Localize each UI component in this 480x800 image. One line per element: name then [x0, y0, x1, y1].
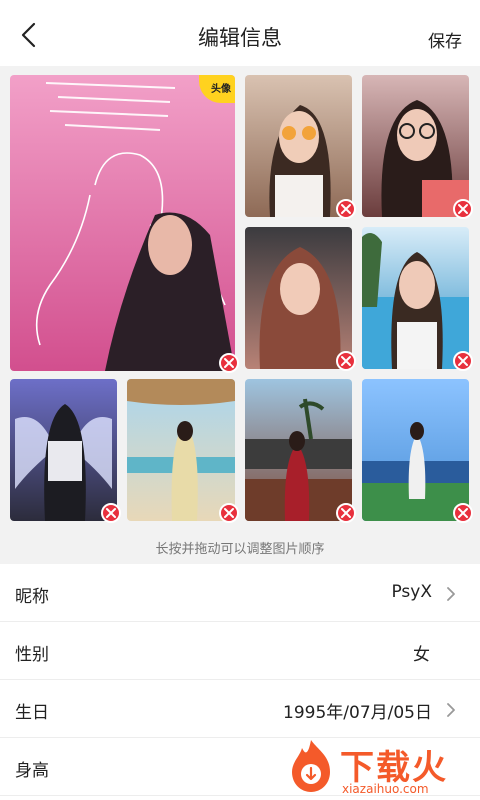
photo-image: [10, 379, 117, 521]
photo-image: [362, 227, 469, 369]
top-bar: 编辑信息 保存: [0, 0, 480, 66]
photo-6[interactable]: [10, 379, 117, 521]
page-title: 编辑信息: [198, 26, 282, 50]
save-button[interactable]: 保存: [428, 27, 462, 52]
delete-photo-3-button[interactable]: [453, 199, 473, 219]
chevron-right-icon: [447, 703, 455, 717]
close-icon: [341, 356, 351, 366]
flame-icon: [292, 740, 330, 792]
photo-image: [127, 379, 235, 521]
delete-photo-4-button[interactable]: [336, 351, 356, 371]
delete-photo-7-button[interactable]: [219, 503, 239, 523]
photo-5[interactable]: [362, 227, 469, 369]
reorder-hint: 长按并拖动可以调整图片顺序: [155, 542, 325, 557]
close-icon: [106, 508, 116, 518]
birthday-value: 1995年/07月/05日: [283, 703, 432, 723]
photo-4[interactable]: [245, 227, 352, 369]
photo-image: [245, 75, 352, 217]
photo-image: [362, 75, 469, 217]
height-label: 身高: [15, 761, 49, 781]
delete-photo-8-button[interactable]: [336, 503, 356, 523]
photo-image: [362, 379, 469, 521]
close-icon: [224, 508, 234, 518]
gender-label: 性别: [15, 645, 49, 665]
photo-image: [10, 75, 235, 371]
delete-photo-5-button[interactable]: [453, 351, 473, 371]
nickname-value: PsyX: [391, 582, 432, 602]
delete-photo-9-button[interactable]: [453, 503, 473, 523]
photo-3[interactable]: [362, 75, 469, 217]
watermark-url: xiazaihuo.com: [342, 782, 429, 796]
photo-7[interactable]: [127, 379, 235, 521]
close-icon: [341, 508, 351, 518]
close-icon: [458, 356, 468, 366]
nickname-row[interactable]: 昵称 PsyX: [0, 564, 480, 622]
photo-image: [245, 227, 352, 369]
photo-1[interactable]: 头像: [10, 75, 235, 371]
gender-value: 女: [413, 645, 430, 665]
delete-photo-1-button[interactable]: [219, 353, 239, 373]
photo-8[interactable]: [245, 379, 352, 521]
photo-grid: 头像: [0, 66, 480, 564]
close-icon: [458, 204, 468, 214]
close-icon: [224, 358, 234, 368]
watermark-logo: 下载火 xiazaihuo.com: [284, 738, 474, 800]
avatar-badge: 头像: [199, 75, 235, 103]
close-icon: [341, 204, 351, 214]
birthday-row[interactable]: 生日 1995年/07月/05日: [0, 680, 480, 738]
nickname-label: 昵称: [15, 587, 49, 607]
delete-photo-6-button[interactable]: [101, 503, 121, 523]
photo-2[interactable]: [245, 75, 352, 217]
gender-row: 性别 女: [0, 622, 480, 680]
photo-image: [245, 379, 352, 521]
photo-9[interactable]: [362, 379, 469, 521]
avatar-badge-label: 头像: [211, 84, 231, 95]
chevron-right-icon: [447, 587, 455, 601]
birthday-label: 生日: [15, 703, 49, 723]
close-icon: [458, 508, 468, 518]
delete-photo-2-button[interactable]: [336, 199, 356, 219]
